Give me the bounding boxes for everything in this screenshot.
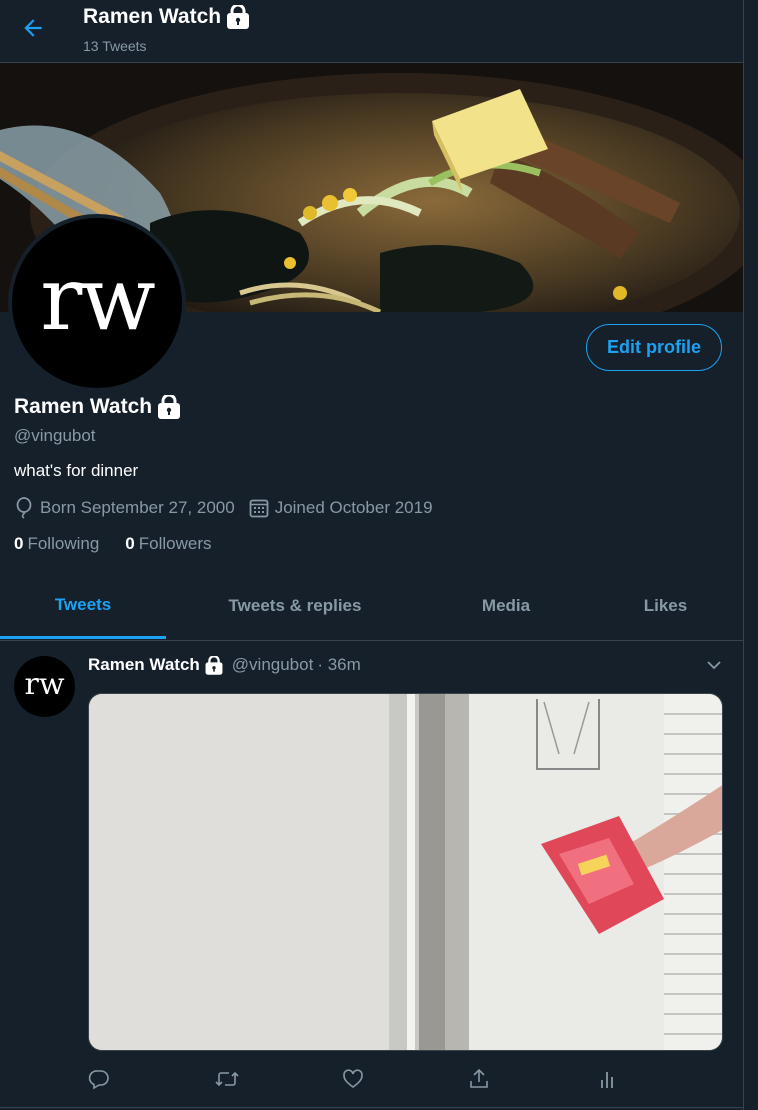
tweet-actions	[88, 1068, 628, 1098]
avatar-circle: rw	[12, 218, 182, 388]
follow-stats: 0 Following 0 Followers	[14, 534, 212, 554]
following-label: Following	[27, 534, 100, 553]
like-icon[interactable]	[342, 1068, 366, 1092]
following-count: 0	[14, 534, 24, 553]
reply-icon[interactable]	[88, 1068, 112, 1092]
profile-avatar[interactable]: rw	[8, 214, 186, 392]
profile-name: Ramen Watch	[14, 395, 182, 419]
tweet-author-handle[interactable]: @vingubot	[232, 655, 314, 675]
tweet-header: Ramen Watch @vingubot · 36m	[88, 655, 361, 675]
tweet-count: 13 Tweets	[83, 38, 147, 54]
followers-label: Followers	[138, 534, 212, 553]
joined-text: Joined October 2019	[274, 498, 433, 517]
divider	[0, 1107, 743, 1108]
profile-meta: Born September 27, 2000 Joined October 2…	[14, 497, 447, 519]
lock-icon	[156, 395, 182, 419]
analytics-icon[interactable]	[596, 1068, 620, 1092]
birthday-text: Born September 27, 2000	[40, 498, 235, 517]
tweet-avatar[interactable]: rw	[14, 656, 75, 717]
avatar-text: rw	[40, 246, 155, 350]
profile-bio: what's for dinner	[14, 461, 139, 480]
birthday-item: Born September 27, 2000	[14, 497, 235, 519]
top-header: Ramen Watch 13 Tweets	[0, 0, 743, 63]
share-icon[interactable]	[468, 1068, 492, 1092]
tweet-time[interactable]: · 36m	[317, 655, 360, 675]
lock-icon	[204, 655, 224, 675]
tab-likes[interactable]: Likes	[588, 573, 743, 639]
joined-item: Joined October 2019	[249, 498, 433, 518]
main-column: Ramen Watch 13 Tweets rw Edit profile Ra…	[0, 0, 744, 1110]
followers-count: 0	[125, 534, 135, 553]
calendar-icon	[249, 498, 269, 518]
chevron-down-icon[interactable]	[705, 656, 723, 674]
profile-tabs: Tweets Tweets & replies Media Likes	[0, 573, 743, 641]
tab-tweets[interactable]: Tweets	[0, 573, 166, 639]
header-title-text: Ramen Watch	[83, 5, 222, 28]
edit-profile-button[interactable]: Edit profile	[586, 324, 722, 371]
followers-link[interactable]: 0 Followers	[125, 534, 211, 554]
tab-tweets-and-replies[interactable]: Tweets & replies	[166, 573, 424, 639]
following-link[interactable]: 0 Following	[14, 534, 99, 554]
retweet-icon[interactable]	[215, 1068, 239, 1092]
tweet-author-name[interactable]: Ramen Watch	[88, 655, 200, 675]
lock-icon	[225, 5, 251, 29]
profile-handle: @vingubot	[14, 426, 96, 445]
scrollbar[interactable]	[744, 0, 758, 1110]
profile-name-text: Ramen Watch	[14, 395, 153, 418]
back-arrow-icon[interactable]	[20, 15, 46, 41]
tab-media[interactable]: Media	[424, 573, 588, 639]
tweet-media-image[interactable]	[88, 693, 723, 1051]
header-title: Ramen Watch	[83, 5, 251, 29]
balloon-icon	[14, 497, 34, 519]
tweet-avatar-text: rw	[24, 666, 65, 702]
